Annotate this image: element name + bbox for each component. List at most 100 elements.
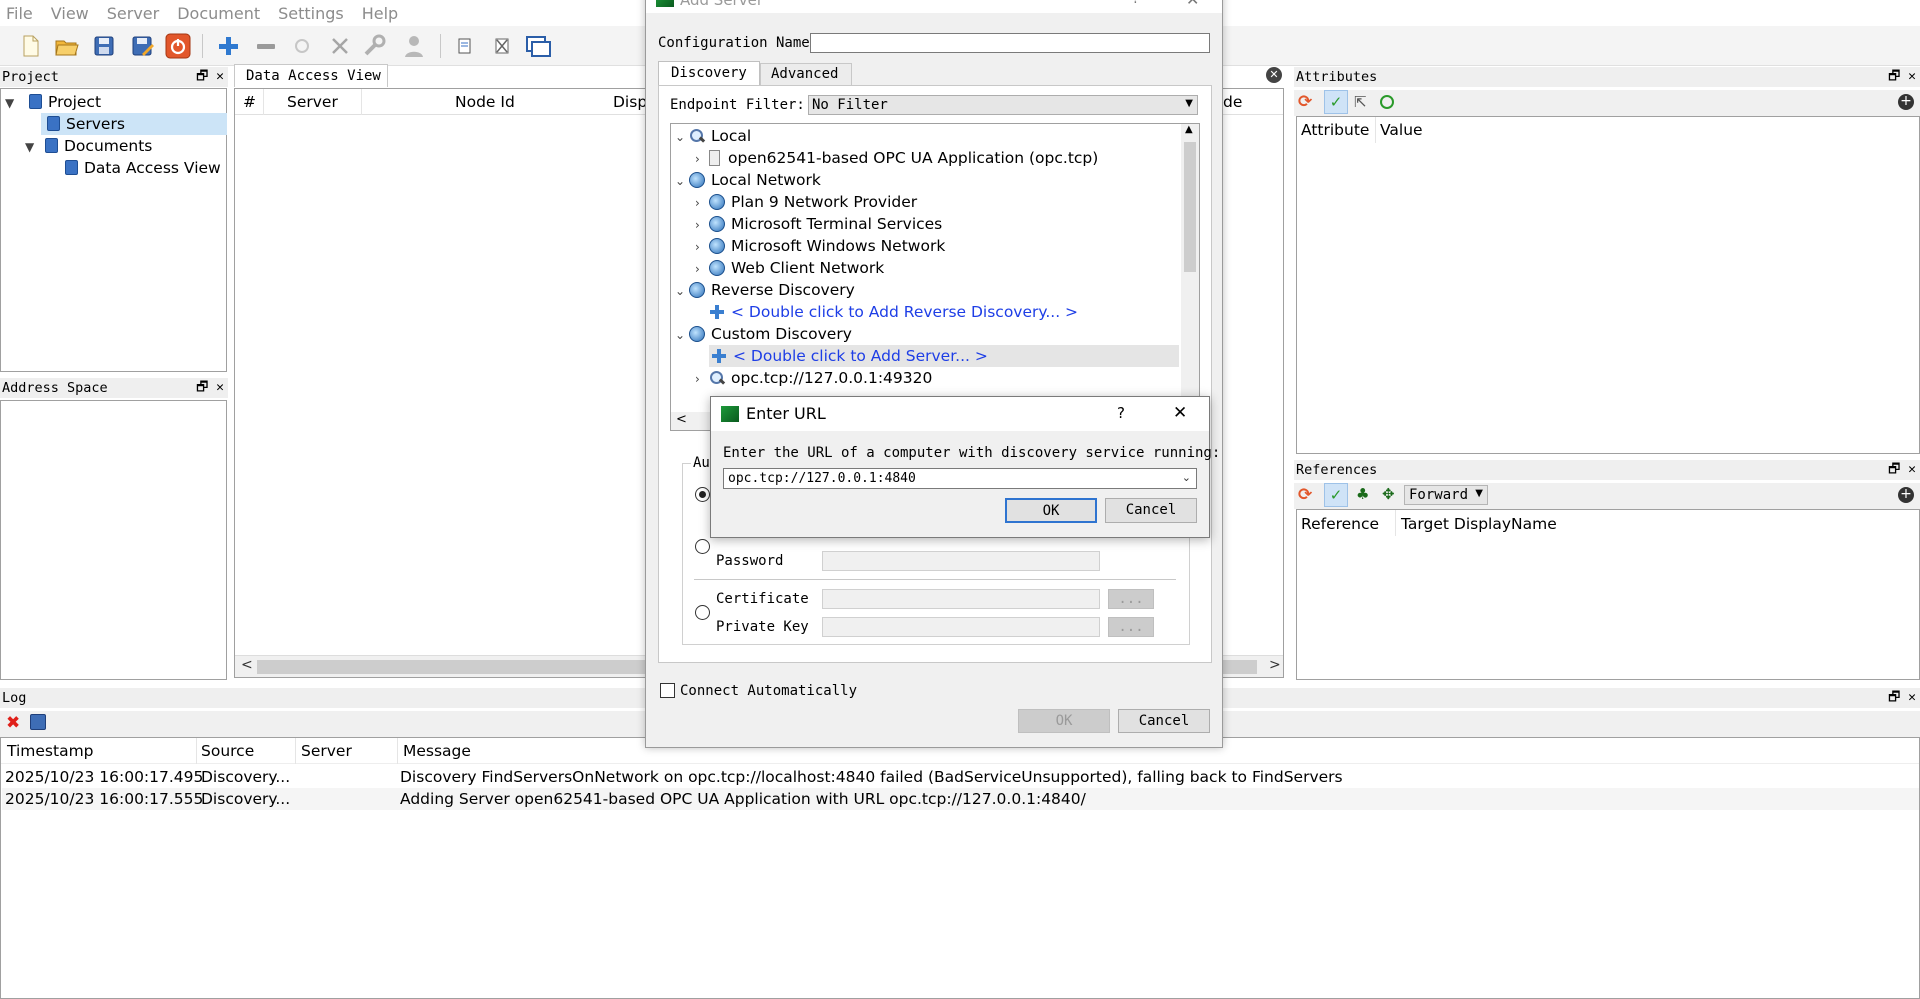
menu-server[interactable]: Server [107,4,159,23]
chevron-right-icon[interactable]: › [695,214,709,236]
power-icon[interactable] [164,32,192,60]
password-input[interactable] [822,551,1100,571]
menu-view[interactable]: View [51,4,89,23]
auth-username-radio[interactable] [695,539,710,554]
tree-item-network-provider[interactable]: › Microsoft Terminal Services [695,213,942,235]
open-folder-icon[interactable] [52,32,80,60]
menu-document[interactable]: Document [177,4,260,23]
tree-item-custom-server[interactable]: › opc.tcp://127.0.0.1:49320 [695,367,932,389]
tree-item-server[interactable]: › open62541-based OPC UA Application (opc… [695,147,1098,169]
help-icon[interactable]: ? [1117,404,1125,422]
chevron-down-icon[interactable]: ▼ [5,92,19,114]
direction-select[interactable]: Forward ▼ [1404,485,1488,505]
close-icon[interactable]: ✕ [1186,0,1199,9]
tree-item-custom-discovery[interactable]: ⌄ Custom Discovery [675,323,852,345]
refresh-icon[interactable] [288,32,316,60]
cancel-button[interactable]: Cancel [1118,709,1210,733]
tree-item-local[interactable]: ⌄ Local [675,125,751,147]
vertical-scrollbar[interactable]: ▲ [1181,124,1199,412]
chevron-down-icon[interactable]: ⌄ [1182,471,1191,484]
check-icon[interactable]: ✓ [1324,90,1348,114]
hierarchy-icon[interactable]: ♣ [1356,485,1369,503]
chevron-down-icon[interactable]: ⌄ [675,170,689,192]
ok-button[interactable]: OK [1018,709,1110,733]
tab-discovery[interactable]: Discovery [658,61,760,85]
references-table: Reference Target DisplayName [1296,509,1920,680]
tree-item-servers[interactable]: Servers [41,113,227,135]
windows-icon[interactable] [524,32,552,60]
add-icon[interactable] [214,32,242,60]
menu-help[interactable]: Help [362,4,398,23]
panel-float-close-icon[interactable]: 🗗 ✕ [1888,67,1916,87]
cursor-icon[interactable]: ⇱ [1354,93,1367,111]
new-document-icon[interactable] [16,32,44,60]
tree-item-documents[interactable]: ▼ Documents [25,135,152,157]
tree-item-add-server[interactable]: < Double click to Add Server... > [709,345,1179,367]
scrollbar-thumb[interactable] [1184,142,1196,272]
save-log-icon[interactable] [30,714,46,730]
scroll-right-icon[interactable]: > [1269,657,1281,673]
tree-item-network-provider[interactable]: › Plan 9 Network Provider [695,191,917,213]
menu-settings[interactable]: Settings [278,4,344,23]
connect-automatically-checkbox[interactable] [660,683,675,698]
move-icon[interactable]: ✥ [1382,485,1395,503]
scroll-left-icon[interactable]: < [241,657,253,673]
chevron-down-icon[interactable]: ⌄ [675,324,689,346]
panel-float-close-icon[interactable]: 🗗 ✕ [196,378,224,398]
private-key-input[interactable] [822,617,1100,637]
close-icon[interactable]: ✕ [1173,403,1187,423]
chevron-down-icon[interactable]: ⌄ [675,280,689,302]
ok-button[interactable]: OK [1005,498,1097,523]
user-icon[interactable] [400,32,428,60]
certificate-input[interactable] [822,589,1100,609]
panel-float-close-icon[interactable]: 🗗 ✕ [1888,460,1916,480]
menu-file[interactable]: File [6,4,33,23]
radio-target-icon[interactable] [1380,95,1394,109]
add-column-icon[interactable]: + [1898,487,1914,503]
check-icon[interactable]: ✓ [1324,483,1348,507]
chevron-down-icon[interactable]: ▼ [25,136,39,158]
tree-item-network-provider[interactable]: › Microsoft Windows Network [695,235,945,257]
url-input[interactable]: opc.tcp://127.0.0.1:4840 ⌄ [723,468,1197,489]
log-row[interactable]: 2025/10/23 16:00:17.555 Discovery... Add… [2,788,1919,810]
chevron-right-icon[interactable]: › [695,192,709,214]
scroll-left-icon[interactable]: < [676,412,687,427]
tree-item-network-provider[interactable]: › Web Client Network [695,257,884,279]
cancel-button[interactable]: Cancel [1105,498,1197,523]
chevron-right-icon[interactable]: › [695,236,709,258]
chevron-right-icon[interactable]: › [695,258,709,280]
tab-data-access-view[interactable]: Data Access View [234,64,388,87]
remove-icon[interactable] [252,32,280,60]
log-row[interactable]: 2025/10/23 16:00:17.495 Discovery... Dis… [2,766,1919,788]
browse-private-key-button[interactable]: ... [1108,617,1154,637]
save-as-icon[interactable] [128,32,156,60]
refresh-icon[interactable]: ⟳ [1298,485,1312,505]
close-tab-icon[interactable]: ✕ [1266,67,1282,83]
document-view-icon[interactable] [450,32,478,60]
add-column-icon[interactable]: + [1898,94,1914,110]
tree-item-local-network[interactable]: ⌄ Local Network [675,169,821,191]
panel-float-close-icon[interactable]: 🗗 ✕ [196,67,224,87]
auth-certificate-radio[interactable] [695,605,710,620]
tree-item-data-access-view[interactable]: Data Access View [65,157,221,179]
refresh-icon[interactable]: ⟳ [1298,92,1312,112]
endpoint-filter-select[interactable]: No Filter ▼ [808,95,1198,115]
tree-item-reverse-discovery[interactable]: ⌄ Reverse Discovery [675,279,855,301]
tree-item-project[interactable]: ▼ Project [5,91,101,113]
chevron-right-icon[interactable]: › [695,368,709,390]
panel-float-close-icon[interactable]: 🗗 ✕ [1888,688,1916,708]
wrench-icon[interactable] [360,32,388,60]
chevron-right-icon[interactable]: › [695,148,709,170]
configuration-name-input[interactable] [810,33,1210,53]
clear-log-icon[interactable]: ✖ [6,713,20,733]
auth-anonymous-radio[interactable] [695,487,710,502]
save-icon[interactable] [90,32,118,60]
browse-certificate-button[interactable]: ... [1108,589,1154,609]
tab-advanced[interactable]: Advanced [760,63,852,85]
scroll-up-icon[interactable]: ▲ [1185,124,1193,135]
close-view-icon[interactable] [488,32,516,60]
disconnect-icon[interactable] [326,32,354,60]
tree-item-add-reverse-discovery[interactable]: < Double click to Add Reverse Discovery.… [695,301,1078,323]
help-icon[interactable]: ? [1132,0,1139,7]
chevron-down-icon[interactable]: ⌄ [675,126,689,148]
